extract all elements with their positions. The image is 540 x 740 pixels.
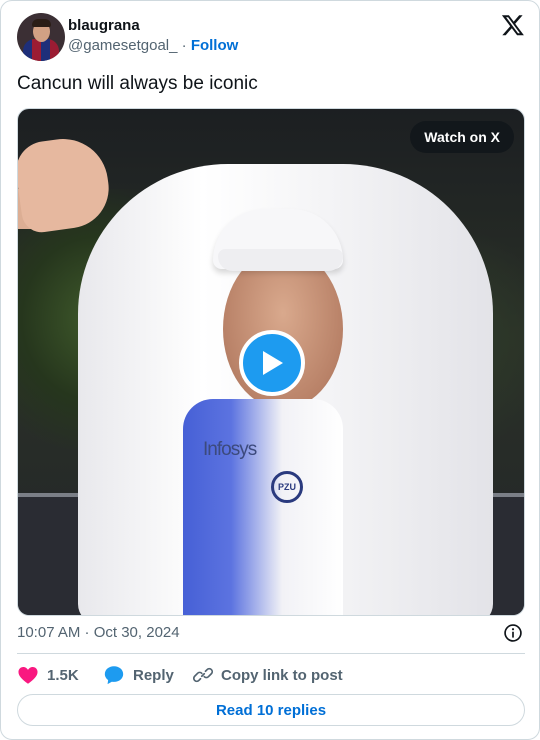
link-icon bbox=[193, 667, 213, 683]
play-icon bbox=[263, 351, 283, 375]
heart-icon bbox=[18, 667, 38, 684]
tweet-timestamp[interactable]: 10:07 AM · Oct 30, 2024 bbox=[17, 624, 180, 641]
like-button[interactable]: 1.5K bbox=[17, 663, 79, 687]
reply-button[interactable]: Reply bbox=[103, 663, 174, 687]
copy-link-button[interactable]: Copy link to post bbox=[193, 663, 343, 687]
author-display-name[interactable]: blaugrana bbox=[68, 17, 140, 34]
info-icon[interactable] bbox=[503, 623, 523, 643]
read-replies-button[interactable]: Read 10 replies bbox=[17, 694, 525, 726]
reply-bubble-icon bbox=[104, 666, 124, 685]
reply-label: Reply bbox=[133, 666, 174, 684]
avatar[interactable] bbox=[17, 13, 65, 61]
copy-link-label: Copy link to post bbox=[221, 666, 343, 684]
action-bar: 1.5K Reply Copy link to post bbox=[17, 663, 525, 687]
tweet-header: blaugrana @gamesetgoal_ · Follow bbox=[17, 13, 525, 61]
handle-separator: · bbox=[181, 37, 187, 54]
tweet-text: Cancun will always be iconic bbox=[17, 73, 258, 94]
like-count: 1.5K bbox=[47, 666, 79, 684]
video-player[interactable]: Infosys PZU Watch on X bbox=[17, 108, 525, 616]
divider bbox=[17, 653, 525, 654]
author-handle-row: @gamesetgoal_ · Follow bbox=[68, 37, 238, 54]
sponsor-badge: PZU bbox=[271, 471, 303, 503]
play-button[interactable] bbox=[239, 330, 305, 396]
x-logo-icon[interactable] bbox=[501, 13, 525, 37]
shirt-sponsor-text: Infosys bbox=[203, 439, 257, 460]
player-shirt bbox=[183, 399, 343, 615]
follow-button[interactable]: Follow bbox=[191, 37, 239, 54]
tweet-card: blaugrana @gamesetgoal_ · Follow Cancun … bbox=[0, 0, 540, 740]
author-handle[interactable]: @gamesetgoal_ bbox=[68, 37, 177, 54]
watch-on-x-button[interactable]: Watch on X bbox=[410, 121, 514, 153]
